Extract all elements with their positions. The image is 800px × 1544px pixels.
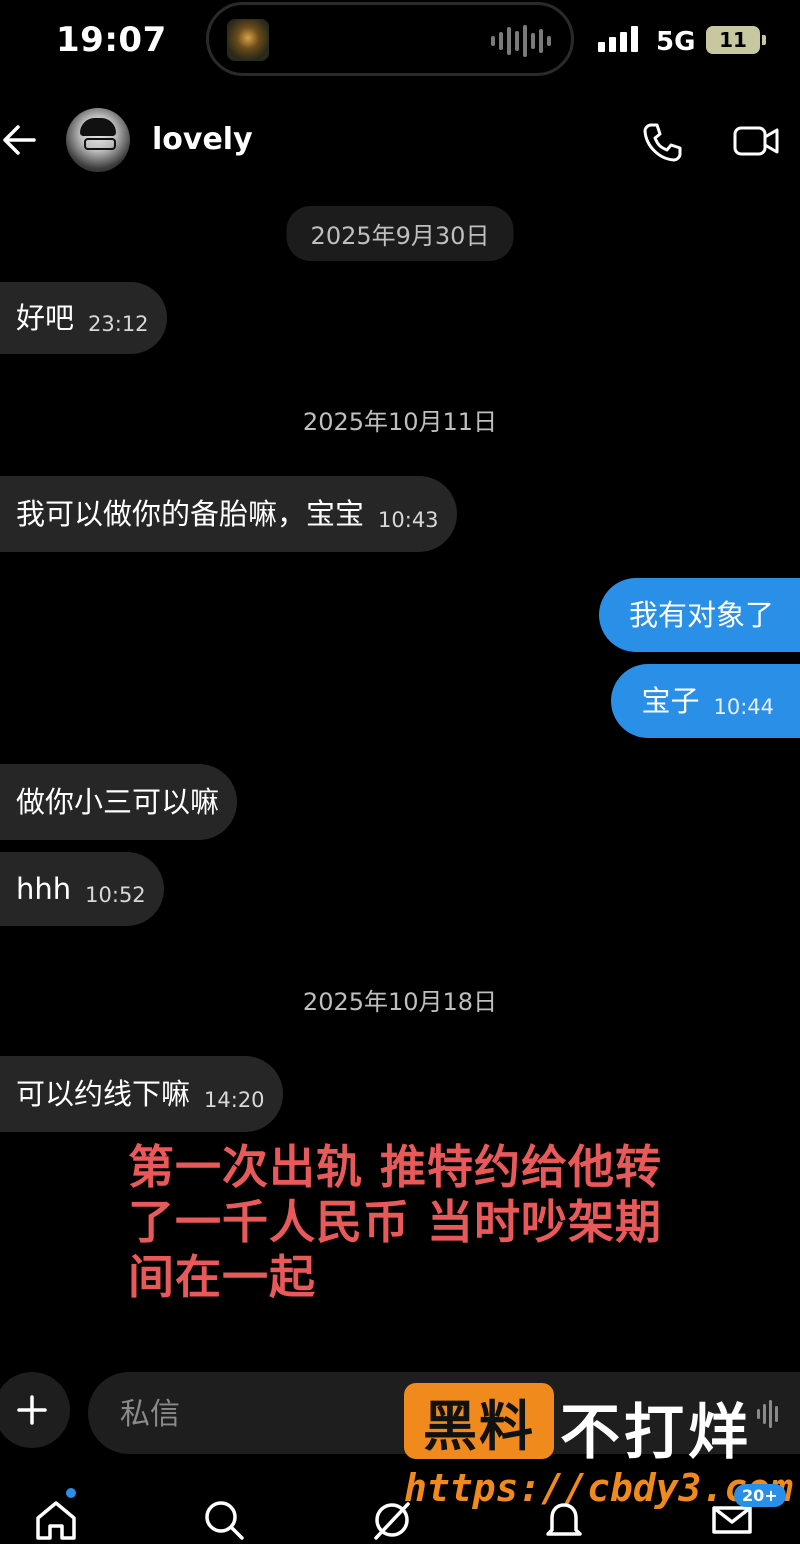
caption-line: 间在一起: [128, 1250, 316, 1305]
message-text: 宝子: [641, 683, 700, 718]
message-input[interactable]: [118, 1390, 382, 1438]
watermark-text: 不打烊: [560, 1398, 752, 1468]
plus-icon: [17, 1395, 47, 1425]
caption-line: 了一千人民币 当时吵架期: [128, 1195, 663, 1250]
overlay-caption: 第一次出轨 推特约给他转 了一千人民币 当时吵架期 间在一起: [128, 1140, 748, 1306]
message-text: 好吧: [16, 300, 75, 335]
message-time: 10:52: [85, 882, 146, 907]
date-separator: 2025年10月18日: [302, 988, 498, 1016]
back-arrow-icon[interactable]: [0, 122, 40, 158]
caption-line: 第一次出轨 推特约给他转: [128, 1140, 663, 1194]
phone-icon[interactable]: [640, 120, 684, 164]
message-bubble-incoming[interactable]: 好吧 23:12: [0, 282, 167, 354]
message-bubble-incoming[interactable]: hhh 10:52: [0, 852, 164, 926]
watermark-logo-box: 黑料: [404, 1383, 554, 1459]
home-icon[interactable]: [32, 1498, 80, 1542]
network-type: 5G: [656, 27, 696, 57]
contact-name[interactable]: lovely: [152, 122, 253, 157]
now-playing-thumbnail: [227, 19, 269, 61]
message-bubble-incoming[interactable]: 可以约线下嘛 14:20: [0, 1056, 283, 1132]
status-time: 19:07: [56, 20, 167, 60]
message-text: 我可以做你的备胎嘛，宝宝: [16, 496, 365, 531]
message-bubble-incoming[interactable]: 我可以做你的备胎嘛，宝宝 10:43: [0, 476, 457, 552]
message-text: 可以约线下嘛: [16, 1076, 191, 1111]
message-bubble-outgoing[interactable]: 宝子 10:44: [611, 664, 800, 738]
date-separator: 2025年9月30日: [286, 206, 514, 261]
message-time: 23:12: [88, 311, 149, 336]
message-text: hhh: [16, 871, 72, 906]
dynamic-island[interactable]: [206, 2, 574, 76]
search-icon[interactable]: [200, 1498, 248, 1542]
voice-message-icon[interactable]: [757, 1400, 778, 1428]
notifications-icon[interactable]: [540, 1498, 588, 1542]
date-separator: 2025年10月11日: [302, 408, 498, 436]
message-time: 10:43: [378, 507, 439, 532]
message-text: 我有对象了: [628, 597, 774, 632]
message-bubble-incoming[interactable]: 做你小三可以嘛: [0, 764, 238, 840]
contact-avatar[interactable]: [66, 108, 130, 172]
add-attachment-button[interactable]: [0, 1372, 70, 1448]
messages-badge: 20+: [734, 1484, 786, 1507]
cellular-signal-icon: [598, 26, 638, 52]
home-notification-dot: [66, 1488, 76, 1498]
message-time: 10:44: [713, 694, 774, 719]
video-camera-icon[interactable]: [732, 124, 780, 158]
battery-level: 11: [719, 28, 747, 52]
message-bubble-outgoing[interactable]: 我有对象了: [598, 578, 800, 652]
grok-icon[interactable]: [368, 1498, 416, 1542]
audio-wave-icon: [491, 25, 551, 57]
message-time: 14:20: [204, 1087, 265, 1112]
battery-icon: 11: [706, 26, 766, 54]
message-text: 做你小三可以嘛: [16, 784, 220, 819]
